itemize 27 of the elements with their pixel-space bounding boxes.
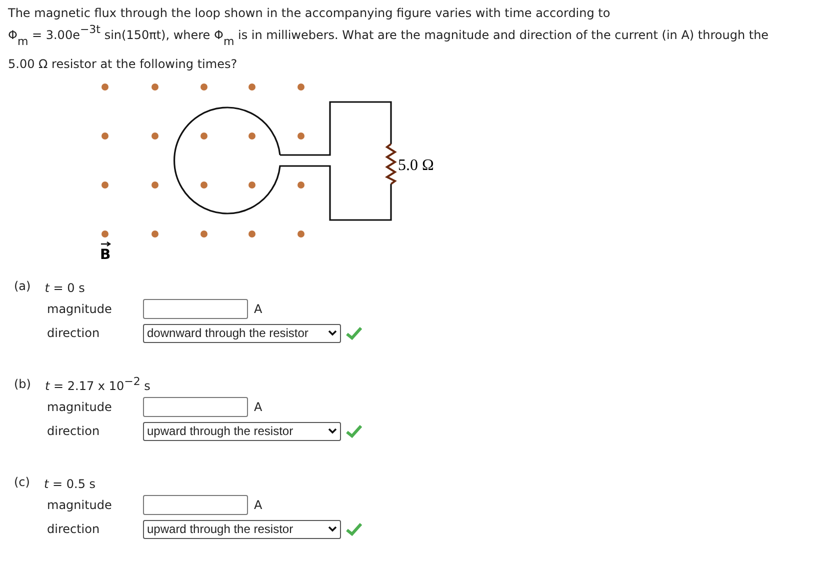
input-field[interactable]	[143, 299, 248, 319]
part-label: (b)	[14, 377, 31, 391]
field-label: magnitude	[47, 302, 113, 316]
direction-dropdown[interactable]: upward through the resistor	[143, 422, 341, 440]
field-vector-label: B	[100, 241, 112, 263]
question-text: The magnetic flux through the loop shown in the accompanying figure varies with time according to	[8, 5, 612, 22]
unit-label: A	[254, 400, 262, 414]
unit-label: A	[254, 498, 262, 512]
chevron-icon	[328, 428, 337, 434]
field-label: direction	[47, 424, 101, 438]
chevron-icon	[328, 526, 337, 532]
chevron-icon	[328, 330, 337, 336]
direction-dropdown[interactable]: downward through the resistor	[143, 324, 341, 342]
time-value: t = 0.5 s	[44, 476, 96, 493]
part-label: (a)	[14, 279, 31, 293]
resistor-icon	[384, 143, 397, 185]
field-label: magnitude	[47, 400, 113, 414]
direction-dropdown[interactable]: upward through the resistor	[143, 520, 341, 538]
input-field[interactable]	[143, 495, 248, 515]
field-label: direction	[47, 522, 101, 536]
time-value: t = 0 s	[44, 280, 85, 297]
unit-label: A	[254, 302, 262, 316]
input-field[interactable]	[143, 397, 248, 417]
field-label: direction	[47, 326, 101, 340]
resistor-label: 5.0 Ω	[398, 157, 434, 174]
field-label: magnitude	[47, 498, 113, 512]
part-label: (c)	[14, 475, 30, 489]
